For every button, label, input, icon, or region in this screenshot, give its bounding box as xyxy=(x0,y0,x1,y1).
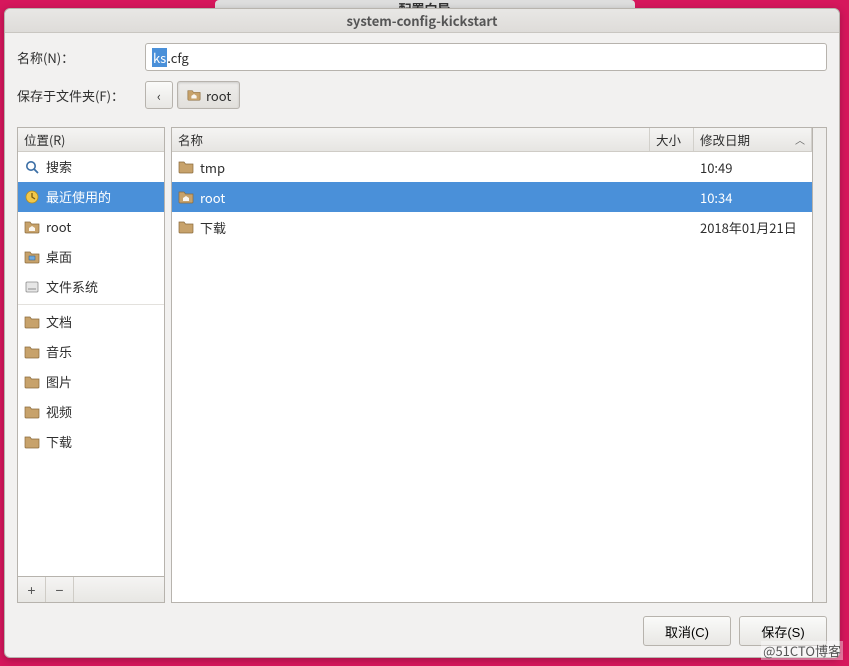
file-date: 2018年01月21日 xyxy=(694,218,812,237)
column-headers: 名称 大小 修改日期 ︿ xyxy=(172,128,812,152)
sidebar-item-home-2[interactable]: root xyxy=(18,212,164,242)
sidebar-item-search-0[interactable]: 搜索 xyxy=(18,152,164,182)
file-date: 10:34 xyxy=(694,188,812,207)
column-header-name[interactable]: 名称 xyxy=(172,128,650,151)
path-back-button[interactable]: ‹ xyxy=(145,81,173,109)
file-list: 名称 大小 修改日期 ︿ tmp 10:49 root 10:34 下载 2018年01月… xyxy=(171,127,813,603)
file-row[interactable]: tmp 10:49 xyxy=(172,152,812,182)
sidebar-item-desktop-3[interactable]: 桌面 xyxy=(18,242,164,272)
sidebar-item-label: 最近使用的 xyxy=(46,187,111,206)
file-date: 10:49 xyxy=(694,158,812,177)
sidebar-item-folder-6[interactable]: 音乐 xyxy=(18,337,164,367)
column-header-date[interactable]: 修改日期 ︿ xyxy=(694,128,812,151)
folder-icon xyxy=(24,314,40,330)
search-icon xyxy=(24,159,40,175)
name-label: 名称(N)： xyxy=(17,48,145,67)
file-row[interactable]: root 10:34 xyxy=(172,182,812,212)
folder-icon xyxy=(178,159,194,175)
path-segment-label: root xyxy=(206,86,231,105)
filename-rest-text: .cfg xyxy=(167,48,188,67)
file-name: root xyxy=(200,188,225,207)
folder-icon xyxy=(24,344,40,360)
places-toolbar: + − xyxy=(17,577,165,603)
drive-icon xyxy=(24,279,40,295)
home-folder-icon xyxy=(186,88,202,102)
sidebar-item-label: 桌面 xyxy=(46,247,72,266)
home-icon xyxy=(24,219,40,235)
save-dialog: system-config-kickstart 名称(N)： ks.cfg 保存… xyxy=(4,8,840,658)
column-header-size[interactable]: 大小 xyxy=(650,128,694,151)
dialog-footer: 取消(C) 保存(S) xyxy=(5,609,839,657)
dialog-title: system-config-kickstart xyxy=(5,9,839,33)
filename-input[interactable]: ks.cfg xyxy=(145,43,827,71)
recent-icon xyxy=(24,189,40,205)
sidebar-item-folder-9[interactable]: 下载 xyxy=(18,427,164,457)
filename-selected-text: ks xyxy=(152,48,167,67)
sidebar-item-folder-5[interactable]: 文档 xyxy=(18,307,164,337)
sidebar-item-label: root xyxy=(46,217,71,236)
sidebar-item-folder-7[interactable]: 图片 xyxy=(18,367,164,397)
folder-icon xyxy=(24,434,40,450)
folder-icon xyxy=(24,404,40,420)
folder-icon xyxy=(178,219,194,235)
cancel-button[interactable]: 取消(C) xyxy=(643,616,731,646)
chevron-left-icon: ‹ xyxy=(157,86,161,105)
sidebar-item-label: 音乐 xyxy=(46,342,72,361)
places-sidebar: 位置(R) 搜索最近使用的 root 桌面文件系统文档音乐图片视频下载 xyxy=(17,127,165,577)
sidebar-item-label: 视频 xyxy=(46,402,72,421)
remove-bookmark-button[interactable]: − xyxy=(46,577,74,602)
sidebar-item-label: 下载 xyxy=(46,432,72,451)
sort-indicator-icon: ︿ xyxy=(795,128,805,152)
places-header[interactable]: 位置(R) xyxy=(18,128,164,152)
folder-row: 保存于文件夹(F)： ‹ root xyxy=(17,81,827,109)
file-name: tmp xyxy=(200,158,225,177)
sidebar-item-label: 搜索 xyxy=(46,157,72,176)
sidebar-item-recent-1[interactable]: 最近使用的 xyxy=(18,182,164,212)
name-row: 名称(N)： ks.cfg xyxy=(17,43,827,71)
watermark: @51CTO博客 xyxy=(761,641,843,660)
scrollbar-track[interactable] xyxy=(813,127,827,603)
file-row[interactable]: 下载 2018年01月21日 xyxy=(172,212,812,242)
sidebar-item-folder-8[interactable]: 视频 xyxy=(18,397,164,427)
add-bookmark-button[interactable]: + xyxy=(18,577,46,602)
folder-icon xyxy=(24,374,40,390)
folder-label: 保存于文件夹(F)： xyxy=(17,86,145,105)
home-icon xyxy=(178,189,194,205)
desktop-icon xyxy=(24,249,40,265)
sidebar-item-label: 文件系统 xyxy=(46,277,98,296)
sidebar-item-drive-4[interactable]: 文件系统 xyxy=(18,272,164,302)
file-name: 下载 xyxy=(200,218,226,237)
path-segment-current[interactable]: root xyxy=(177,81,240,109)
sidebar-item-label: 图片 xyxy=(46,372,72,391)
sidebar-item-label: 文档 xyxy=(46,312,72,331)
